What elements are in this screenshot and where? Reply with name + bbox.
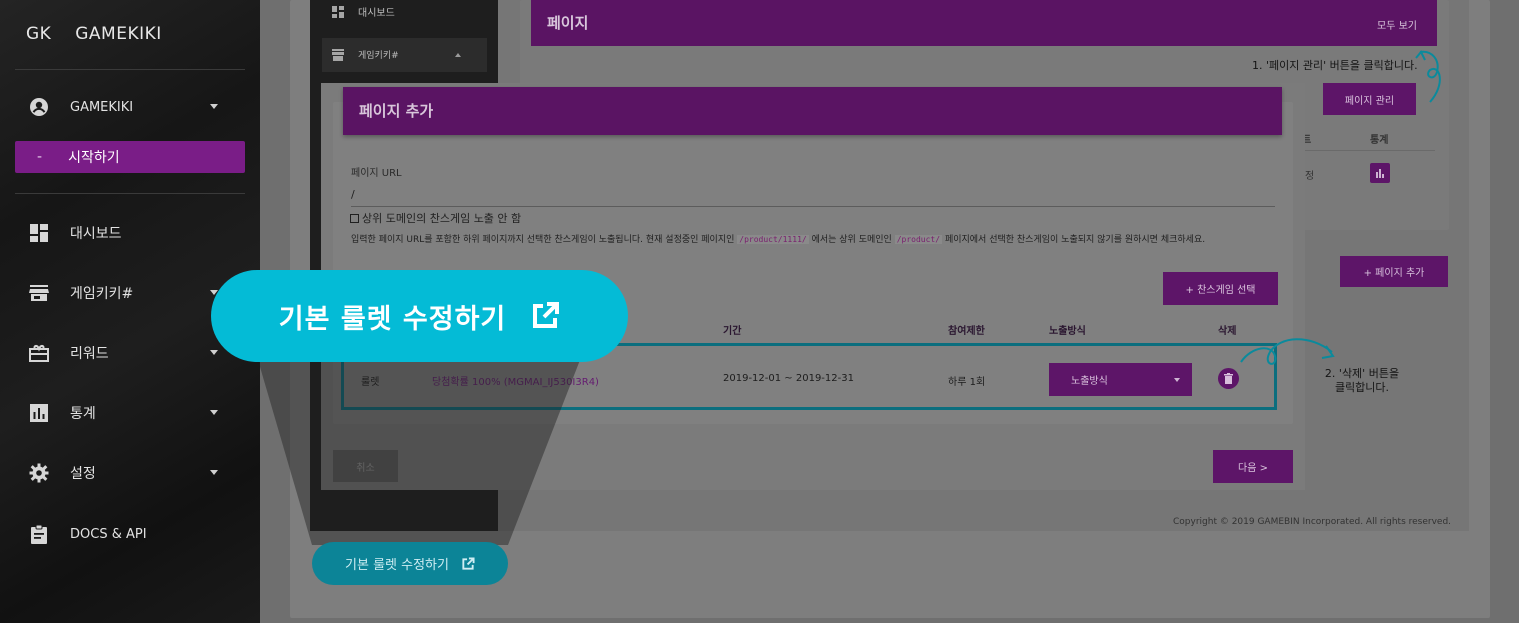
- spotlight-cone: [258, 360, 580, 545]
- external-link-icon: [533, 302, 560, 328]
- button-label: 기본 룰렛 수정하기: [345, 558, 449, 573]
- edit-default-roulette-callout: 기본 룰렛 수정하기: [211, 270, 628, 362]
- external-link-icon: [462, 556, 475, 570]
- edit-default-roulette-button[interactable]: 기본 룰렛 수정하기: [312, 542, 508, 585]
- callout-label: 기본 룰렛 수정하기: [278, 303, 507, 335]
